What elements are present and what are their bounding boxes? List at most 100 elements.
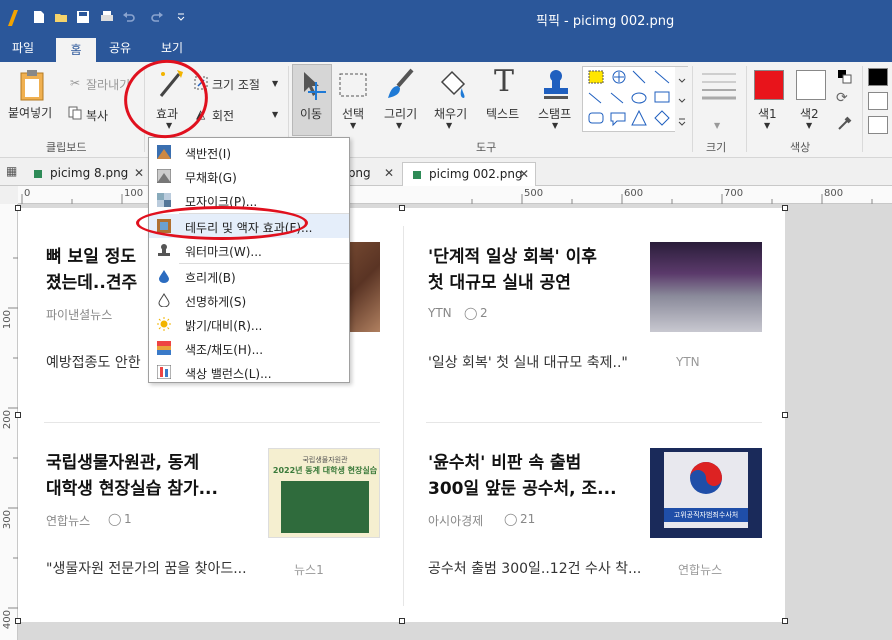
thumbnail-text: 국립생물자원관	[302, 456, 348, 464]
menu-item-label: 색반전(I)	[185, 147, 232, 161]
article-desc[interactable]: '일상 회복' 첫 실내 대규모 축제.."	[428, 352, 628, 372]
article-thumbnail[interactable]: 국립생물자원관 2022년 동계 대학생 현장실습	[268, 448, 380, 538]
color2-dropdown-icon[interactable]: ▼	[806, 121, 812, 130]
article-desc[interactable]: "생물자원 전문가의 꿈을 찾아드...	[46, 558, 247, 578]
undo-icon[interactable]	[122, 10, 136, 24]
tab-home[interactable]: 홈	[56, 36, 96, 62]
save-icon[interactable]	[76, 10, 90, 24]
tab-file[interactable]: 파일	[0, 36, 46, 62]
resize-handle[interactable]	[15, 205, 21, 211]
text-tool-icon[interactable]: T	[494, 64, 514, 99]
paste-icon[interactable]	[18, 70, 46, 102]
color2-swatch[interactable]	[796, 70, 826, 100]
menu-item-brightness[interactable]: 밝기/대비(R)...	[149, 312, 349, 336]
draw-dropdown-icon[interactable]: ▼	[396, 121, 402, 130]
doc-tab-active[interactable]: picimg 002.png ✕	[402, 162, 536, 186]
resize-handle[interactable]	[782, 412, 788, 418]
resize-handle[interactable]	[399, 618, 405, 624]
ruler-label: 700	[724, 188, 744, 199]
article-desc[interactable]: 예방접종도 안한	[46, 352, 141, 372]
tab-view[interactable]: 보기	[150, 36, 194, 62]
resize-button[interactable]: 크기 조절	[212, 76, 260, 93]
close-icon[interactable]: ✕	[384, 162, 394, 184]
menu-item-grayscale[interactable]: 무채화(G)	[149, 164, 349, 188]
doc-tab[interactable]: picimg 8.png ✕	[24, 162, 150, 186]
shapes-gallery-icons[interactable]	[583, 67, 689, 133]
comment-count: 1	[124, 512, 132, 526]
open-folder-icon[interactable]	[54, 10, 68, 24]
stamp-icon[interactable]	[540, 68, 572, 100]
eyedropper-icon[interactable]	[836, 114, 852, 132]
rotate-dropdown-icon[interactable]: ▼	[272, 110, 278, 119]
news-divider	[426, 422, 762, 423]
select-tool-button[interactable]: 선택	[342, 105, 364, 122]
menu-item-blur[interactable]: 흐리게(B)	[149, 264, 349, 288]
color1-button[interactable]: 색1	[758, 105, 777, 122]
draw-tool-button[interactable]: 그리기	[384, 105, 417, 122]
copy-icon[interactable]	[68, 106, 82, 120]
move-arrow-icon[interactable]	[298, 70, 328, 102]
close-icon[interactable]: ✕	[134, 162, 144, 184]
fill-tool-button[interactable]: 채우기	[434, 105, 467, 122]
copy-button[interactable]: 복사	[86, 107, 108, 124]
redo-icon[interactable]	[150, 10, 164, 24]
stamp-dropdown-icon[interactable]: ▼	[552, 121, 558, 130]
article-title[interactable]: '단계적 일상 회복' 이후 첫 대규모 실내 공연	[428, 244, 597, 296]
paste-button[interactable]: 붙여넣기	[8, 104, 52, 121]
move-tool-button[interactable]: 이동	[300, 105, 322, 122]
news-divider	[44, 422, 380, 423]
new-file-icon[interactable]	[32, 10, 46, 24]
menu-item-invert[interactable]: 색반전(I)	[149, 140, 349, 164]
line-width-icon[interactable]	[702, 72, 736, 102]
customize-dropdown-icon[interactable]	[176, 10, 186, 24]
text-tool-button[interactable]: 텍스트	[486, 105, 519, 122]
color1-dropdown-icon[interactable]: ▼	[764, 121, 770, 130]
ruler-corner	[0, 186, 18, 204]
resize-handle[interactable]	[782, 618, 788, 624]
close-icon[interactable]: ✕	[519, 163, 529, 185]
cut-icon[interactable]: ✂	[70, 76, 80, 90]
menu-item-color-balance[interactable]: 색상 밸런스(L)...	[149, 360, 349, 384]
menu-item-watermark[interactable]: 워터마크(W)...	[149, 238, 349, 262]
resize-handle[interactable]	[15, 618, 21, 624]
brush-icon[interactable]	[386, 68, 416, 100]
swap-colors-icon[interactable]: ⟳	[836, 90, 848, 106]
article-title[interactable]: 국립생물자원관, 동계 대학생 현장실습 참가...	[46, 450, 218, 502]
tab-grid-icon[interactable]: ▦	[6, 164, 17, 178]
article-thumbnail[interactable]: 고위공직자범죄수사처	[650, 448, 762, 538]
brightness-icon	[157, 317, 171, 331]
article-title[interactable]: 뼈 보일 정도 졌는데..견주	[46, 244, 137, 296]
fill-bucket-icon[interactable]	[436, 68, 468, 100]
article-thumbnail[interactable]	[650, 242, 762, 332]
palette-white-swatch[interactable]	[868, 116, 888, 134]
rotate-button[interactable]: 회전	[212, 107, 234, 124]
size-dropdown-icon[interactable]: ▼	[714, 121, 720, 130]
select-dropdown-icon[interactable]: ▼	[350, 121, 356, 130]
article-source: 연합뉴스	[46, 514, 91, 528]
menu-item-hue-saturation[interactable]: 색조/채도(H)...	[149, 336, 349, 360]
default-colors-icon[interactable]	[836, 68, 852, 84]
resize-handle[interactable]	[15, 412, 21, 418]
resize-handle[interactable]	[782, 205, 788, 211]
stamp-tool-button[interactable]: 스탬프	[538, 105, 571, 122]
article-title[interactable]: '윤수처' 비판 속 출범 300일 앞둔 공수처, 조...	[428, 450, 617, 502]
palette-black-swatch[interactable]	[868, 68, 888, 86]
tab-share[interactable]: 공유	[100, 36, 140, 62]
article-desc[interactable]: 공수처 출범 300일..12건 수사 착...	[428, 558, 641, 578]
color1-swatch[interactable]	[754, 70, 784, 100]
color2-button[interactable]: 색2	[800, 105, 819, 122]
cut-button[interactable]: 잘라내기	[86, 76, 130, 93]
resize-handle[interactable]	[399, 205, 405, 211]
select-rect-icon[interactable]	[338, 72, 368, 98]
article-desc-source: 연합뉴스	[678, 563, 723, 577]
doc-tab-label: picimg 002.png	[429, 167, 523, 181]
menu-item-label: 색조/채도(H)...	[185, 343, 264, 357]
color-group-label: 색상	[790, 141, 811, 154]
fill-dropdown-icon[interactable]: ▼	[446, 121, 452, 130]
print-icon[interactable]	[100, 10, 114, 24]
menu-item-label: 워터마크(W)...	[185, 245, 262, 259]
menu-item-sharpen[interactable]: 선명하게(S)	[149, 288, 349, 312]
doc-tab-label: picimg 8.png	[50, 166, 129, 180]
palette-white-swatch[interactable]	[868, 92, 888, 110]
resize-dropdown-icon[interactable]: ▼	[272, 79, 278, 88]
